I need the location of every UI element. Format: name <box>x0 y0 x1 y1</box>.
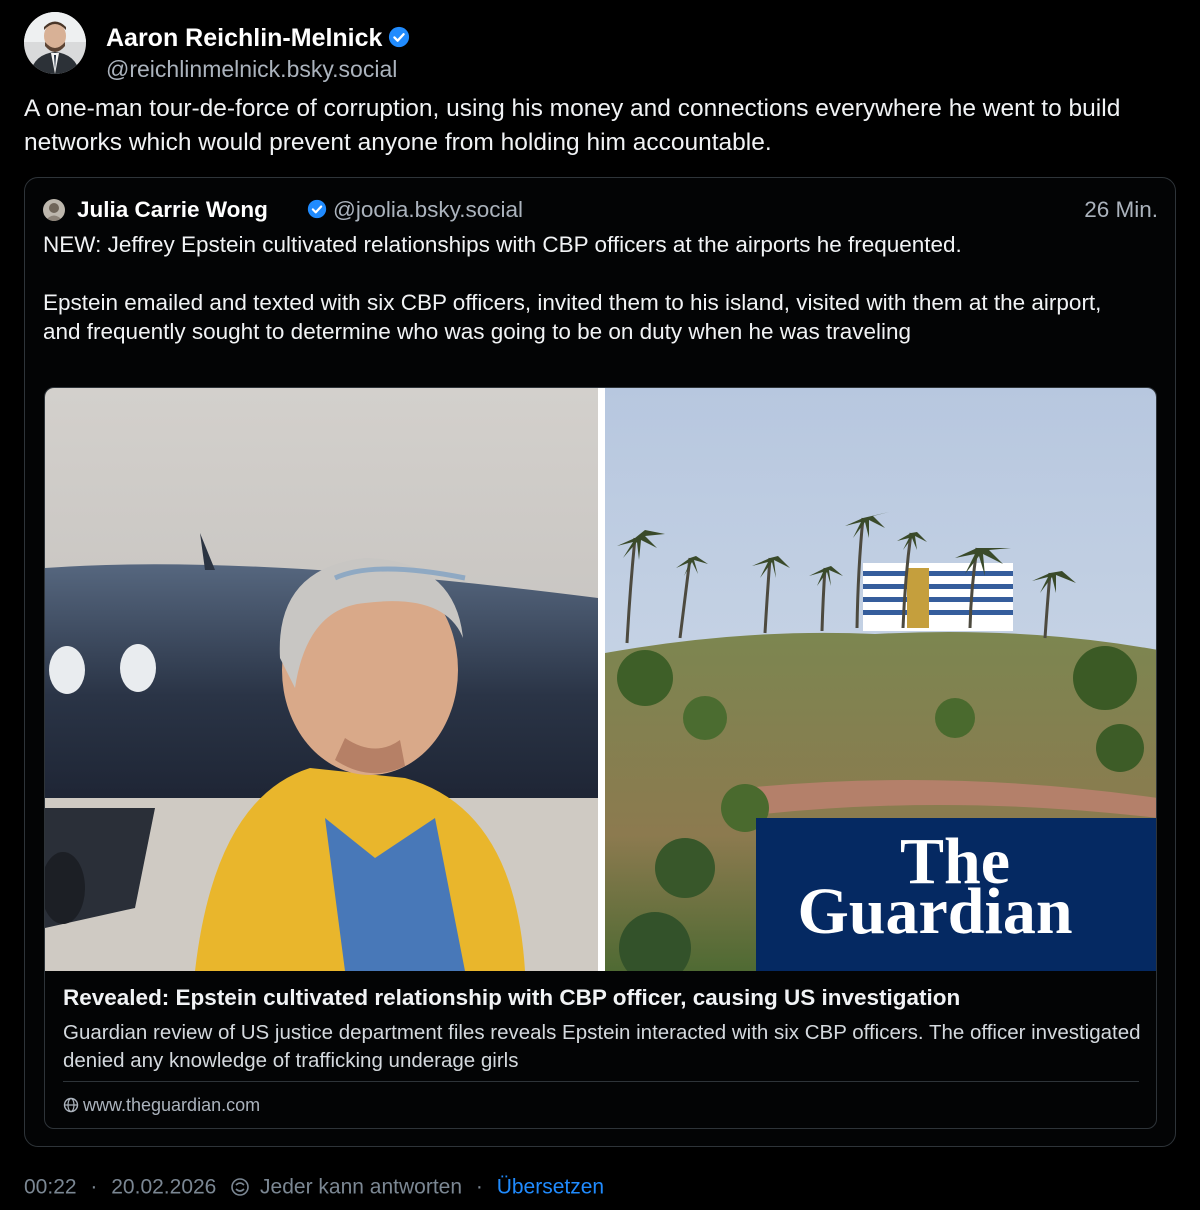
quoted-post[interactable]: Julia Carrie Wong @joolia.bsky.social 26… <box>24 177 1176 1147</box>
post-date: 20.02.2026 <box>111 1175 217 1199</box>
link-card-domain-text: www.theguardian.com <box>83 1095 261 1115</box>
quoted-author-name[interactable]: Julia Carrie Wong <box>77 197 268 223</box>
link-card-image: The Guardian <box>45 388 1156 971</box>
meta-separator: · <box>90 1175 98 1199</box>
quoted-author-avatar[interactable] <box>43 199 65 221</box>
post-time: 00:22 <box>24 1175 77 1199</box>
post-meta: 00:22 · 20.02.2026 Jeder kann antworten … <box>24 1175 604 1203</box>
author-avatar[interactable] <box>24 12 86 74</box>
link-card-domain[interactable]: www.theguardian.com <box>63 1095 260 1116</box>
link-card[interactable]: The Guardian Revealed: Epstein cultivate… <box>44 387 1157 1129</box>
verified-badge-icon <box>389 26 410 48</box>
quoted-post-time[interactable]: 26 Min. <box>1084 197 1158 223</box>
quoted-verified-badge-icon <box>307 199 327 219</box>
link-card-divider <box>63 1081 1139 1082</box>
author-name-text[interactable]: Aaron Reichlin-Melnick <box>106 24 382 52</box>
quoted-post-header: Julia Carrie Wong @joolia.bsky.social 26… <box>43 195 1158 225</box>
post-author: Aaron Reichlin-Melnick @reichlinmelnick.… <box>24 10 724 82</box>
author-name[interactable]: Aaron Reichlin-Melnick <box>106 24 410 53</box>
reply-restriction-icon <box>231 1178 250 1197</box>
quoted-post-text: NEW: Jeffrey Epstein cultivated relation… <box>43 232 1102 344</box>
guardian-logo-guardian: Guardian <box>797 875 1072 948</box>
translate-link[interactable]: Übersetzen <box>497 1175 604 1198</box>
reply-setting[interactable]: Jeder kann antworten <box>260 1175 462 1198</box>
link-card-title[interactable]: Revealed: Epstein cultivated relationshi… <box>63 985 1143 1011</box>
quoted-author-handle[interactable]: @joolia.bsky.social <box>333 197 523 223</box>
link-card-description: Guardian review of US justice department… <box>63 1021 1141 1072</box>
post-text: A one-man tour-de-force of corruption, u… <box>24 95 1121 156</box>
globe-icon <box>63 1097 79 1113</box>
meta-separator-2: · <box>475 1175 483 1199</box>
author-handle[interactable]: @reichlinmelnick.bsky.social <box>106 56 397 83</box>
